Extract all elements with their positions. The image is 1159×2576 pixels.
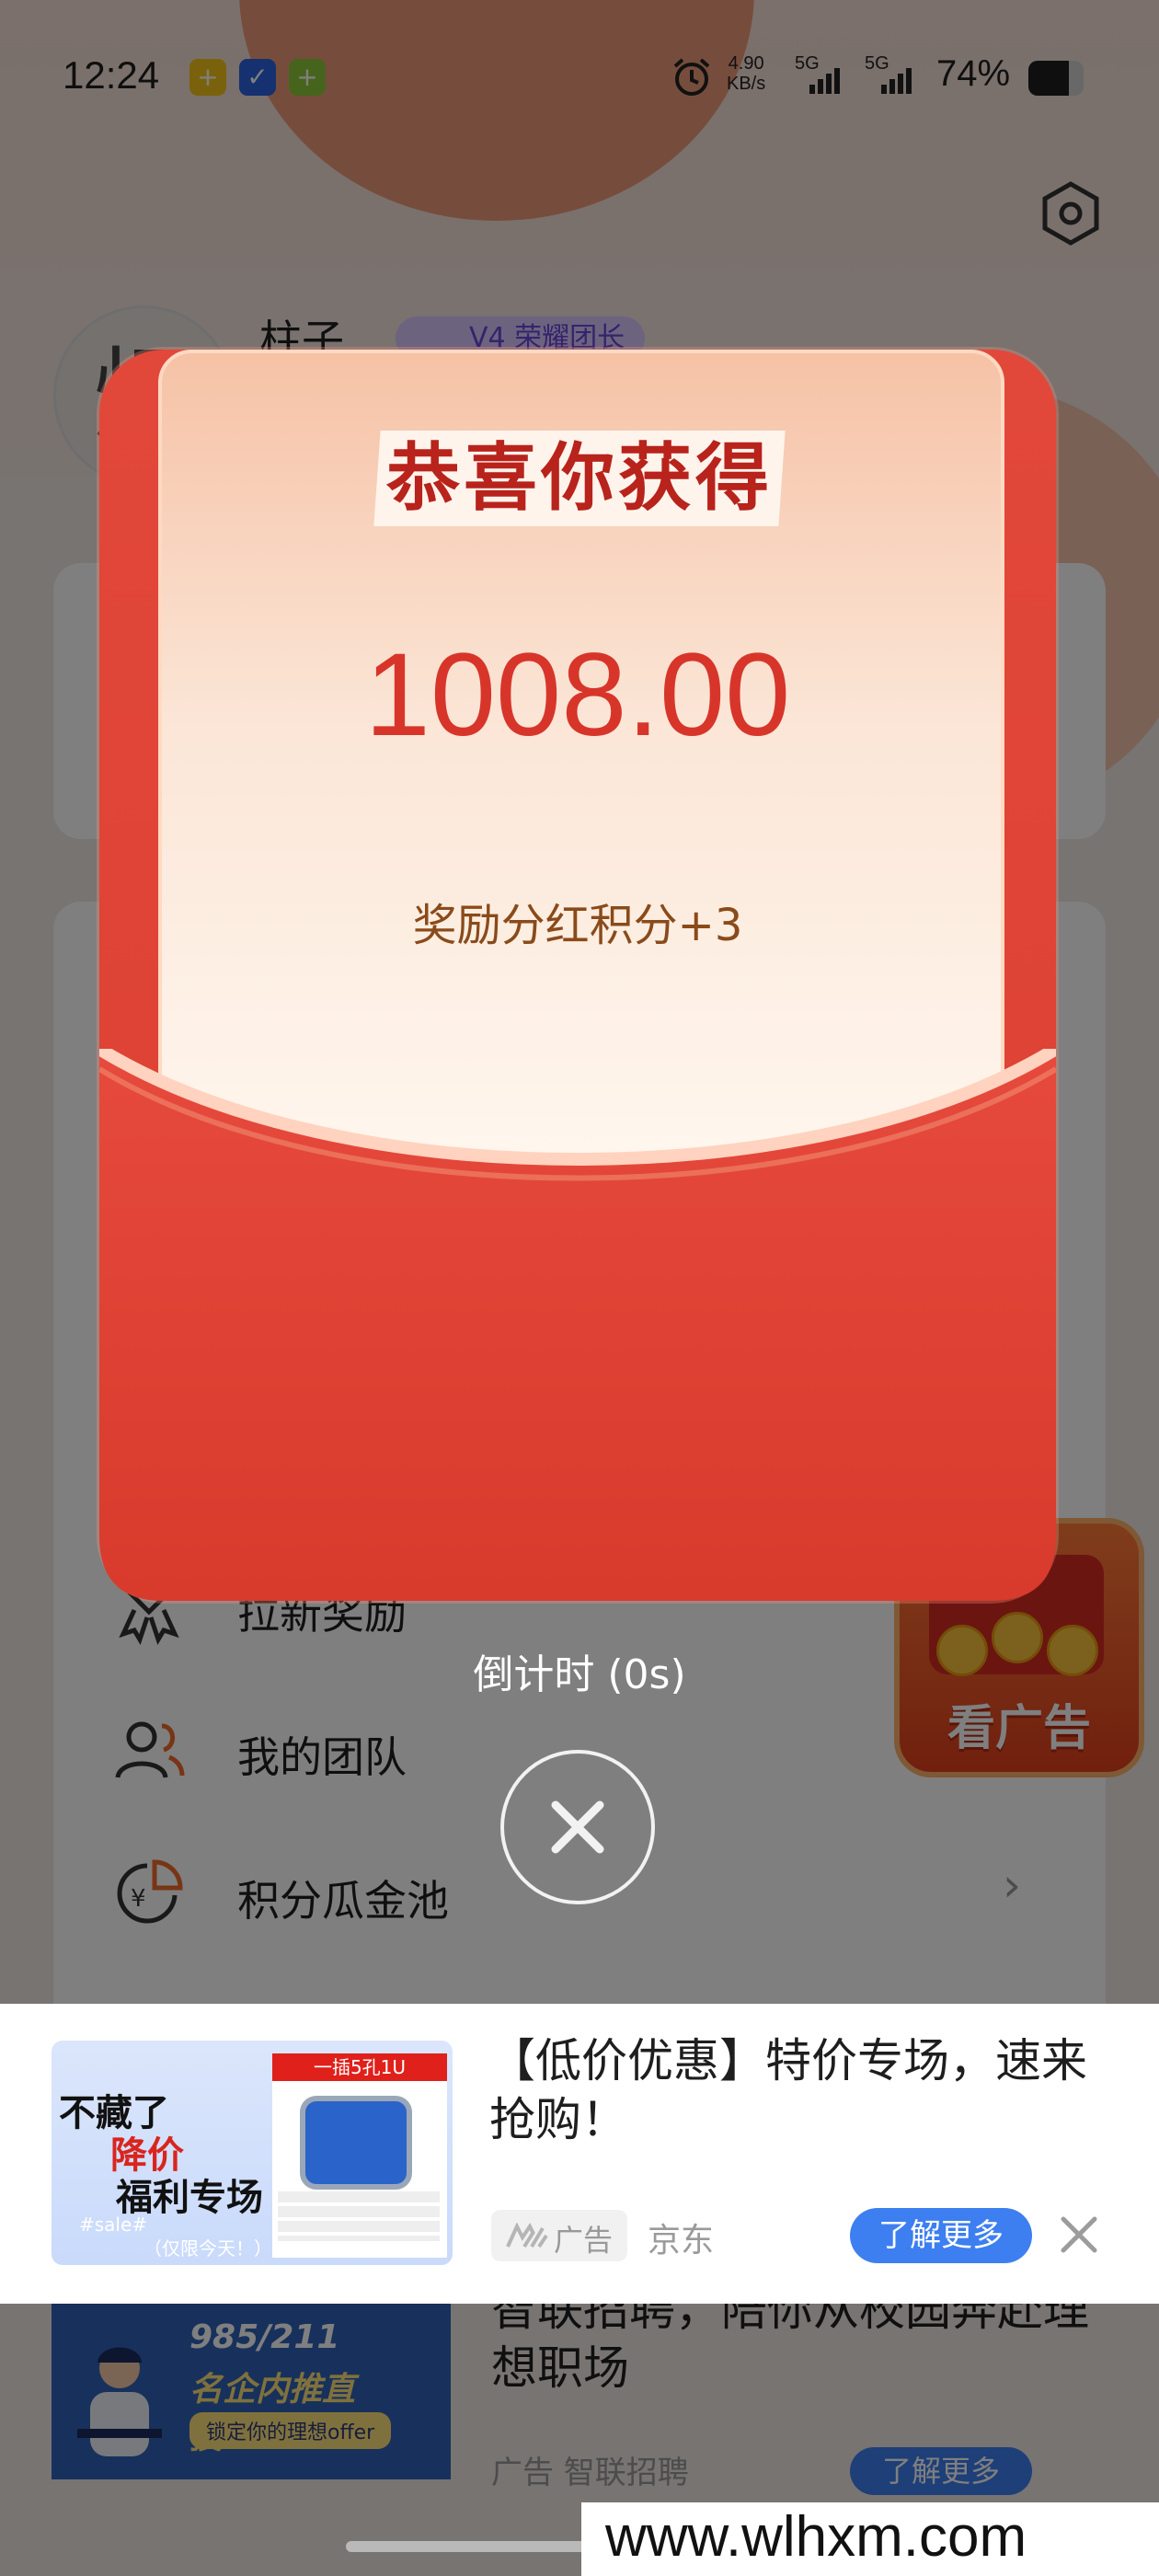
ad-mark-icon: [506, 2223, 548, 2248]
ad-product-panel: 一插5孔1U: [272, 2053, 447, 2258]
watermark: www.wlhxm.com: [581, 2502, 1159, 2576]
ad-title[interactable]: 【低价优惠】特价专场，速来抢购！: [489, 2031, 1124, 2149]
countdown-text: 倒计时 (0s): [473, 1651, 686, 1698]
reward-amount: 1008.00: [364, 629, 791, 761]
red-envelope-front: [99, 1049, 1056, 1601]
ad-panel-header: 一插5孔1U: [272, 2053, 447, 2081]
learn-more-button[interactable]: 了解更多: [850, 2208, 1032, 2263]
ad-tag: 广告: [491, 2210, 627, 2261]
reward-points-text: 奖励分红积分+3: [412, 900, 743, 951]
socket-product-icon: [300, 2096, 412, 2190]
ad-image[interactable]: 不藏了 降价 福利专场 #sale# （仅限今天！） 一插5孔1U: [52, 2041, 453, 2265]
ad-image-line: #sale#: [79, 2214, 148, 2236]
close-modal-button[interactable]: [500, 1750, 655, 1904]
congrats-heading: 恭喜你获得: [373, 431, 786, 526]
ad-source: 京东: [648, 2222, 715, 2260]
close-ad-icon[interactable]: [1056, 2212, 1102, 2258]
ad-image-line: （仅限今天！）: [143, 2237, 272, 2260]
spec-table: [278, 2191, 440, 2241]
close-icon: [551, 1800, 604, 1854]
